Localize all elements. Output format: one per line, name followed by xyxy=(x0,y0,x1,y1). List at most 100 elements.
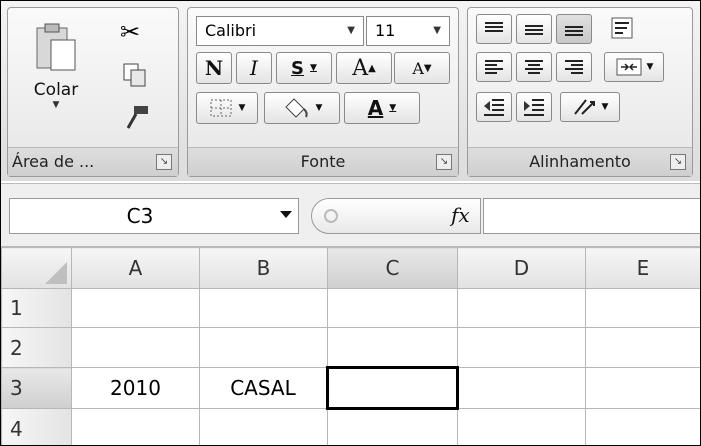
cell-c4[interactable] xyxy=(327,408,458,445)
bold-button[interactable]: N xyxy=(196,52,232,84)
align-right-button[interactable] xyxy=(556,52,592,82)
align-left-icon xyxy=(485,60,503,74)
excel-window: Colar ▼ ✂ Área de ... ↘ Calibri ▼ 11 ▼ N… xyxy=(0,0,701,446)
resize-handle-icon[interactable] xyxy=(324,209,338,223)
row-header-3[interactable]: 3 xyxy=(1,367,72,409)
paste-label: Colar xyxy=(33,80,79,100)
wrap-text-button[interactable] xyxy=(604,12,640,44)
font-name-value: Calibri xyxy=(205,21,257,40)
align-top-button[interactable] xyxy=(476,14,512,44)
column-header-a[interactable]: A xyxy=(71,247,200,289)
insert-function-button[interactable]: fx xyxy=(451,198,470,232)
cell-e1[interactable] xyxy=(585,288,700,328)
cut-icon[interactable]: ✂ xyxy=(120,18,140,46)
grow-font-label: A xyxy=(352,55,369,81)
paste-button[interactable]: Colar ▼ xyxy=(16,14,96,118)
alignment-launcher-icon[interactable]: ↘ xyxy=(670,154,686,170)
chevron-down-icon: ▼ xyxy=(238,103,246,113)
chevron-down-icon: ▼ xyxy=(433,25,441,36)
borders-icon xyxy=(210,99,232,117)
cell-a4[interactable] xyxy=(71,408,200,445)
cell-c2[interactable] xyxy=(327,327,458,368)
cell-c1[interactable] xyxy=(327,288,458,328)
cell-e2[interactable] xyxy=(585,327,700,368)
format-painter-icon[interactable] xyxy=(124,104,150,130)
column-header-e[interactable]: E xyxy=(585,247,700,289)
chevron-down-icon: ▼ xyxy=(347,25,355,36)
grow-font-button[interactable]: A ▲ xyxy=(336,52,392,84)
row-header-1[interactable]: 1 xyxy=(1,288,72,328)
chevron-down-icon[interactable] xyxy=(280,211,292,218)
chevron-down-icon: ▼ xyxy=(646,62,654,72)
row-header-2[interactable]: 2 xyxy=(1,327,72,368)
name-box[interactable]: C3 xyxy=(9,198,299,234)
decrease-indent-button[interactable] xyxy=(476,92,512,122)
sheet-grid: A B C D E 1 2 3 2010 CASAL 4 xyxy=(1,247,700,445)
font-group: Calibri ▼ 11 ▼ N I S ▼ A ▲ A ▼ ▼ ▼ A ▼ F… xyxy=(187,7,459,177)
chevron-down-icon: ▼ xyxy=(52,100,60,110)
align-center-button[interactable] xyxy=(516,52,552,82)
align-bottom-button[interactable] xyxy=(556,14,592,44)
text-orientation-icon xyxy=(573,99,595,115)
row-header-4[interactable]: 4 xyxy=(1,408,72,445)
cell-b2[interactable] xyxy=(199,327,328,368)
font-launcher-icon[interactable]: ↘ xyxy=(436,154,452,170)
underline-button[interactable]: S ▼ xyxy=(276,52,332,84)
chevron-down-icon: ▼ xyxy=(310,63,317,73)
font-color-label: A xyxy=(367,96,384,120)
underline-label: S xyxy=(291,57,305,79)
fill-bucket-icon xyxy=(284,98,308,118)
align-center-icon xyxy=(525,60,543,74)
cell-b4[interactable] xyxy=(199,408,328,445)
align-middle-button[interactable] xyxy=(516,14,552,44)
fill-color-button[interactable]: ▼ xyxy=(264,92,340,124)
ribbon: Colar ▼ ✂ Área de ... ↘ Calibri ▼ 11 ▼ N… xyxy=(1,1,700,181)
name-box-value: C3 xyxy=(126,204,154,228)
column-header-d[interactable]: D xyxy=(457,247,586,289)
cell-c3-active[interactable] xyxy=(326,366,459,410)
clipboard-group-label: Área de ... xyxy=(8,147,178,176)
cell-e3[interactable] xyxy=(585,367,700,409)
paste-icon xyxy=(36,23,76,71)
cell-b3[interactable]: CASAL xyxy=(199,367,328,409)
chevron-down-icon: ▼ xyxy=(315,103,323,113)
formula-input[interactable] xyxy=(483,198,700,234)
increase-indent-icon xyxy=(524,99,544,116)
merge-cells-icon xyxy=(616,58,642,76)
shrink-font-button[interactable]: A ▼ xyxy=(394,52,450,84)
cell-d2[interactable] xyxy=(457,327,586,368)
font-size-value: 11 xyxy=(375,21,396,40)
cell-a3[interactable]: 2010 xyxy=(71,367,200,409)
column-header-b[interactable]: B xyxy=(199,247,328,289)
column-header-c[interactable]: C xyxy=(327,247,458,289)
merge-center-button[interactable]: ▼ xyxy=(604,52,664,82)
increase-indent-button[interactable] xyxy=(516,92,552,122)
alignment-group: ▼ ▼ Alinhamento ↘ xyxy=(467,7,693,177)
font-size-select[interactable]: 11 ▼ xyxy=(366,16,450,46)
formula-bar: C3 fx xyxy=(1,183,700,247)
font-color-button[interactable]: A ▼ xyxy=(344,92,420,124)
cell-b1[interactable] xyxy=(199,288,328,328)
chevron-down-icon: ▼ xyxy=(389,103,397,113)
align-top-icon xyxy=(485,22,503,32)
select-all-button[interactable] xyxy=(1,247,72,289)
cell-d4[interactable] xyxy=(457,408,586,445)
cell-a1[interactable] xyxy=(71,288,200,328)
align-left-button[interactable] xyxy=(476,52,512,82)
cell-a2[interactable] xyxy=(71,327,200,368)
wrap-text-icon xyxy=(611,17,633,39)
align-middle-icon xyxy=(525,25,543,35)
clipboard-launcher-icon[interactable]: ↘ xyxy=(156,154,172,170)
clipboard-group: Colar ▼ ✂ Área de ... ↘ xyxy=(7,7,179,177)
cell-d3[interactable] xyxy=(457,367,586,409)
font-group-label: Fonte xyxy=(188,147,458,176)
align-right-icon xyxy=(565,60,583,74)
cell-e4[interactable] xyxy=(585,408,700,445)
italic-button[interactable]: I xyxy=(236,52,272,84)
orientation-button[interactable]: ▼ xyxy=(560,92,620,122)
borders-button[interactable]: ▼ xyxy=(196,92,258,124)
shrink-font-label: A xyxy=(412,58,424,78)
font-name-select[interactable]: Calibri ▼ xyxy=(196,16,364,46)
copy-icon[interactable] xyxy=(122,62,148,88)
cell-d1[interactable] xyxy=(457,288,586,328)
